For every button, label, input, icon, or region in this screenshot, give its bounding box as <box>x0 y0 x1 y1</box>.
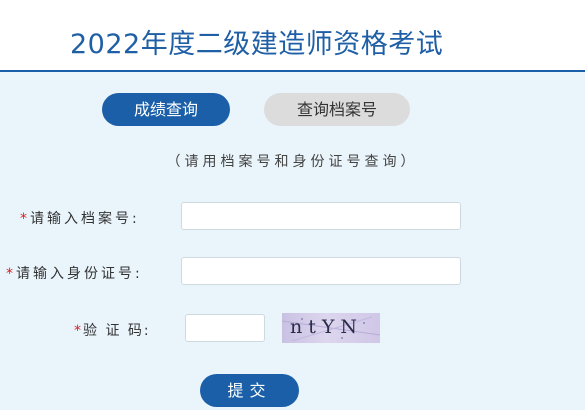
id-number-input[interactable] <box>181 257 461 285</box>
file-number-label-text: 请输入档案号: <box>30 211 140 227</box>
captcha-image[interactable]: ntYN <box>282 313 380 343</box>
captcha-text: ntYN <box>290 316 364 338</box>
page-title: 2022年度二级建造师资格考试 <box>70 29 444 60</box>
id-number-label-text: 请输入身份证号: <box>16 266 143 282</box>
tab-score-query[interactable]: 成绩查询 <box>102 93 230 126</box>
captcha-label-text: 验 证 码: <box>83 323 151 339</box>
file-number-label: *请输入档案号: <box>20 208 140 228</box>
page-header: 2022年度二级建造师资格考试 <box>0 0 585 72</box>
required-mark: * <box>74 323 83 339</box>
id-number-label: *请输入身份证号: <box>6 263 143 283</box>
query-hint: （请用档案号和身份证号查询） <box>166 154 419 170</box>
required-mark: * <box>6 266 16 282</box>
submit-button[interactable]: 提交 <box>200 374 299 407</box>
required-mark: * <box>20 211 30 227</box>
file-number-input[interactable] <box>181 202 461 230</box>
captcha-label: *验 证 码: <box>74 320 151 340</box>
tab-file-number-query[interactable]: 查询档案号 <box>264 93 410 126</box>
captcha-input[interactable] <box>185 314 265 342</box>
